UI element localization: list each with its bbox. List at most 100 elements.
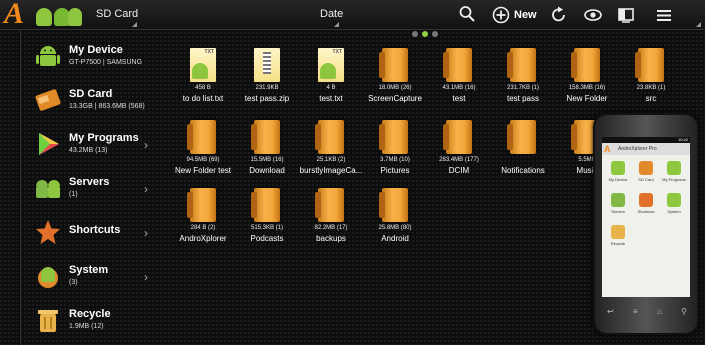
folder-icon [315,120,344,154]
phone-grid-item: SD Card [632,161,660,189]
sidebar-item-recycle[interactable]: Recycle 1.9MB (12) [22,300,162,342]
menu-icon[interactable] [656,5,672,25]
logo-letter-icon: A [604,144,611,154]
file-item[interactable]: TXT 458 Bto do list.txt [170,48,236,108]
panel-icon[interactable] [618,5,634,25]
phone-item-icon [667,193,681,207]
file-meta: 94.5MB (69) [186,157,220,163]
folder-item[interactable]: 231.7KB (1) test pass [490,48,556,108]
folder-item[interactable]: 284 B (2) AndroXplorer [170,188,236,248]
phone-item-icon [639,161,653,175]
file-item[interactable]: TXT 4 Btest.txt [298,48,364,108]
sidebar-item-label: Servers [69,176,110,188]
search-icon: ⚲ [681,307,687,316]
file-meta: 515.3KB (1) [250,225,284,231]
sidebar-item-sub: 13.3GB | 863.6MB (568) [69,103,145,110]
folder-item[interactable]: 25.8MB (80) Android [362,188,428,248]
file-meta: 82.2MB (17) [314,225,348,231]
sidebar-item-sub: (1) [69,191,78,198]
phone-item-icon [667,161,681,175]
folder-item[interactable]: 283.4MB (177) DCIM [426,120,492,180]
file-item[interactable]: 231.9KB test pass.zip [234,48,300,108]
folder-icon [379,188,408,222]
folder-item[interactable]: 18.0MB (26) ScreenCapture [362,48,428,108]
phone-grid-item: System [660,193,688,221]
home-icon: ⌂ [656,307,662,316]
phone-item-label: System [667,209,681,214]
page-dot-active[interactable] [422,31,428,37]
page-indicator [412,31,438,37]
add-icon[interactable] [492,5,510,25]
file-name: Android [381,234,409,243]
folder-item[interactable]: Notifications [490,120,556,180]
phone-grid-item: Recycle [604,225,632,253]
folder-item[interactable]: 43.1MB (16) test [426,48,492,108]
sidebar-item-my-programs[interactable]: My Programs 43.2MB (13) › [22,124,162,166]
android-mascot-icon [68,8,82,26]
folder-icon [571,48,600,82]
chevron-right-icon[interactable]: › [144,226,148,240]
chevron-right-icon[interactable]: › [144,270,148,284]
phone-title-bar: A AndroXplorer Pro [602,143,690,155]
file-meta: 283.4MB (177) [439,157,479,163]
top-action-bar: A SD Card Date New [0,0,705,30]
file-meta: 231.9KB [255,85,279,91]
servers-icon [36,180,60,198]
sidebar-item-shortcuts[interactable]: Shortcuts › [22,212,162,254]
folder-icon [187,188,216,222]
folder-icon [443,120,472,154]
folder-icon [315,188,344,222]
page-dot[interactable] [412,31,418,37]
file-meta: 284 B (2) [190,225,216,231]
sidebar-item-sub: 1.9MB (12) [69,323,104,330]
folder-icon [379,120,408,154]
folder-item[interactable]: 158.3MB (16) New Folder [554,48,620,108]
folder-item[interactable]: 515.3KB (1) Podcasts [234,188,300,248]
phone-item-label: Recycle [610,241,626,246]
sort-by-button[interactable]: Date [320,8,343,20]
folder-item[interactable]: 15.5MB (16) Download [234,120,300,180]
star-icon [36,220,60,244]
sidebar-item-sub: 43.2MB (13) [69,147,108,154]
logo-letter-icon: A [4,0,25,30]
folder-item[interactable]: 25.1KB (2) burstlyImageCa... [298,120,364,180]
folder-item[interactable]: 94.5MB (69) New Folder test [170,120,236,180]
new-button[interactable]: New [514,9,537,21]
phone-hardware-buttons: ↩ ≡ ⌂ ⚲ [607,307,687,317]
folder-item[interactable]: 82.2MB (17) backups [298,188,364,248]
phone-grid-item: My Device [604,161,632,189]
chevron-right-icon[interactable]: › [144,182,148,196]
sidebar-item-servers[interactable]: Servers (1) › [22,168,162,210]
sidebar-item-sub: GT-P7500 | SAMSUNG [69,59,143,66]
chevron-right-icon[interactable]: › [144,138,148,152]
location-title[interactable]: SD Card [96,8,138,20]
app-logo[interactable]: A [2,0,84,30]
file-meta: 3.7MB (10) [380,157,410,163]
folder-item[interactable]: 3.7MB (10) Pictures [362,120,428,180]
refresh-icon[interactable] [551,5,567,25]
sidebar-item-label: SD Card [69,88,113,100]
sidebar-item-sd-card[interactable]: SD Card 13.3GB | 863.6MB (568) [22,80,162,122]
view-icon[interactable] [584,5,602,25]
folder-item[interactable]: 23.8KB (1) src [618,48,684,108]
folder-icon [251,120,280,154]
sidebar-item-my-device[interactable]: My Device GT-P7500 | SAMSUNG [22,36,162,78]
dropdown-corner-icon [132,22,137,27]
sidebar-item-system[interactable]: System (3) › [22,256,162,298]
file-meta: 4 B [326,85,336,91]
file-grid: TXT 458 Bto do list.txt 231.9KB test pass.z… [170,48,665,258]
phone-item-icon [611,193,625,207]
text-file-icon: TXT [318,48,344,82]
folder-icon [635,48,664,82]
android-mascot-icon [36,8,52,26]
search-icon[interactable] [459,5,475,25]
page-dot[interactable] [432,31,438,37]
file-meta: 158.3MB (16) [568,85,606,91]
menu-icon: ≡ [633,307,638,316]
file-meta: 43.1MB (16) [442,85,476,91]
file-meta: 15.5MB (16) [250,157,284,163]
folder-icon [507,48,536,82]
android-icon [36,46,60,66]
file-meta: 25.8MB (80) [378,225,412,231]
system-icon [38,267,58,288]
